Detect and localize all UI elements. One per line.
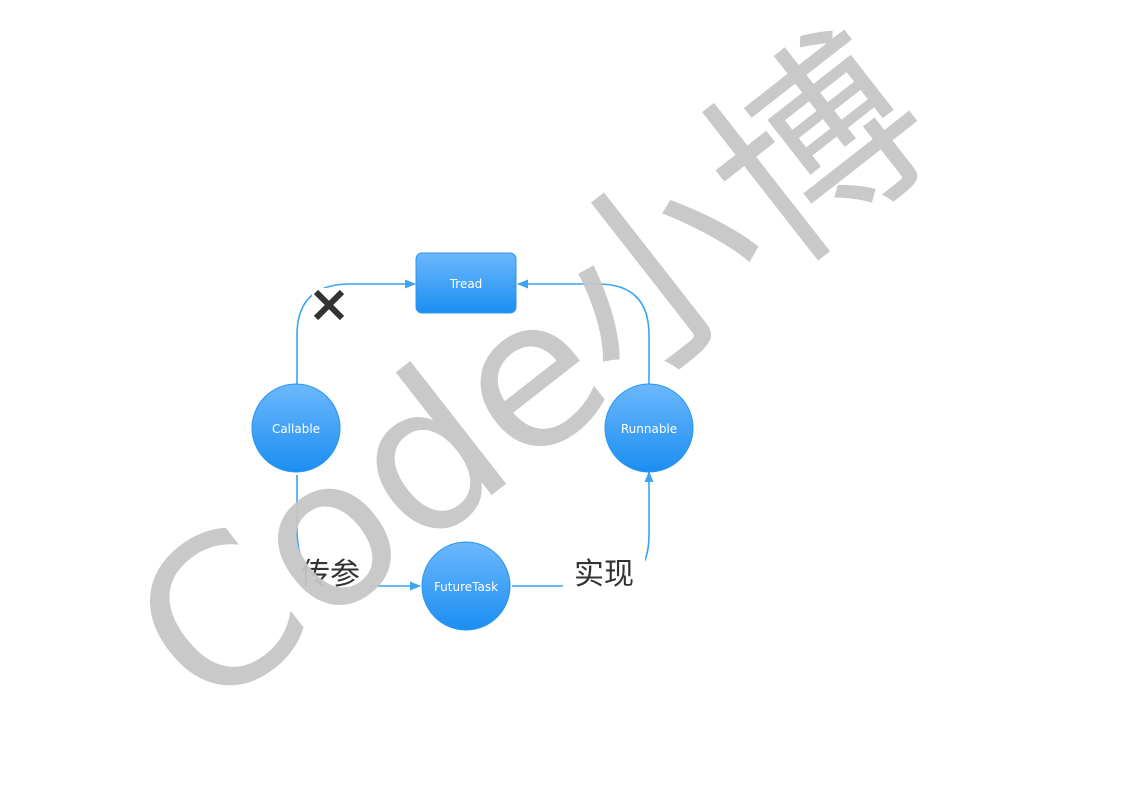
watermark-text: Code小博 — [90, 0, 973, 756]
diagram-canvas: Tread Callable Runnable FutureTask ✕ 传参 … — [90, 0, 973, 756]
forbidden-cross-icon: ✕ — [312, 288, 346, 322]
edge-label-implement: 实现 — [563, 553, 645, 592]
implement-label: 实现 — [574, 557, 634, 592]
